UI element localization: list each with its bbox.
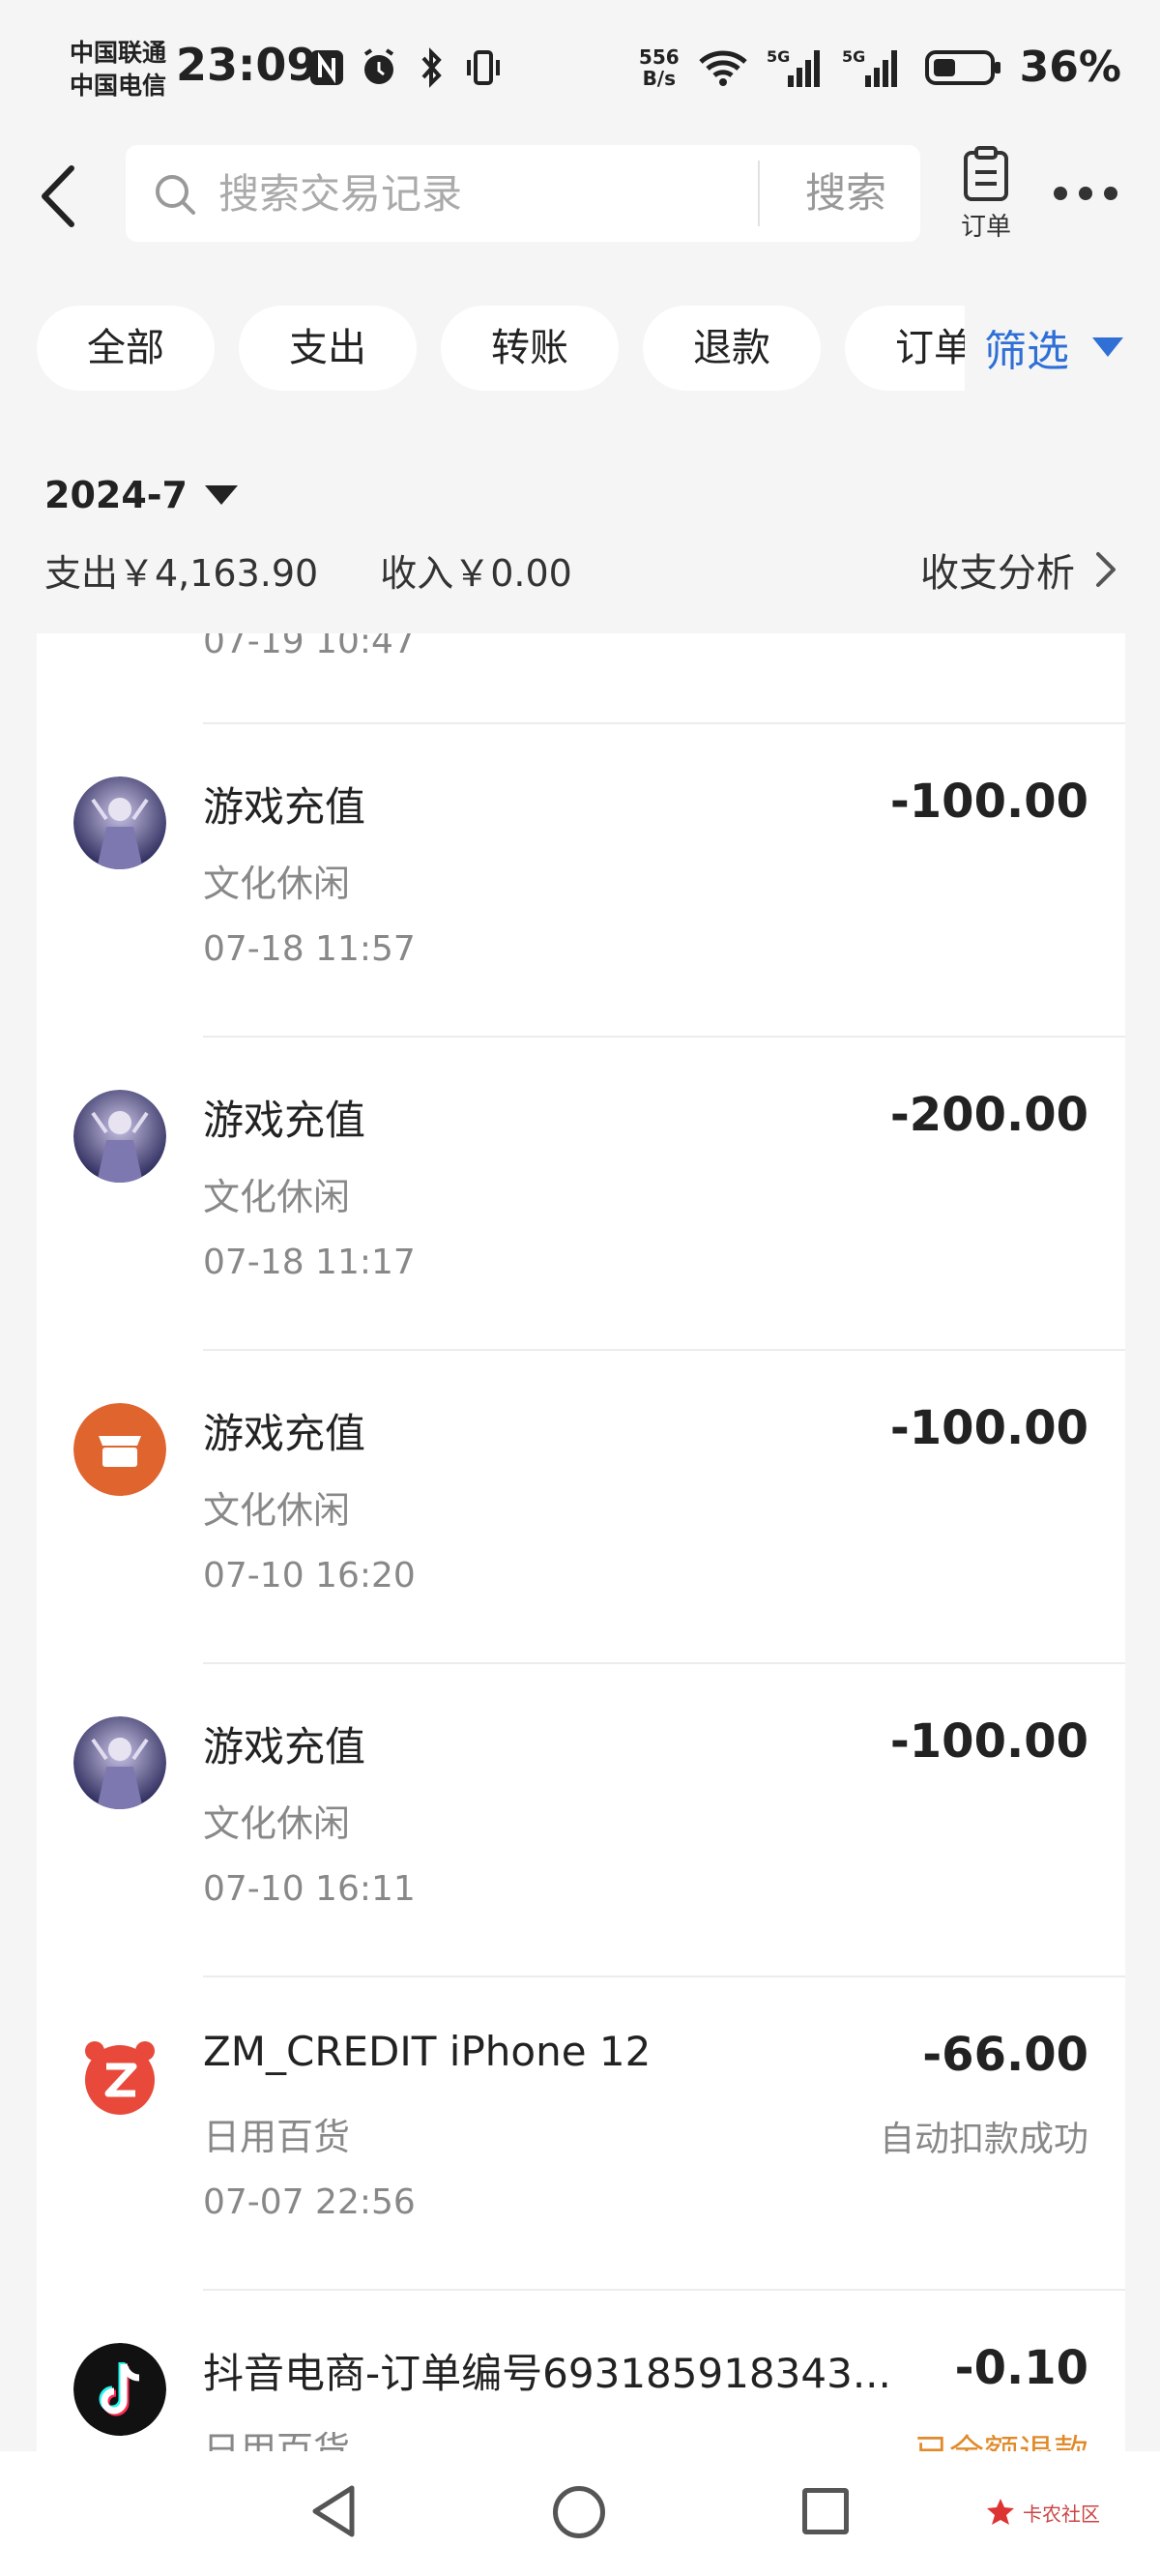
transaction-title: 游戏充值	[203, 1410, 366, 1457]
transaction-amount: -66.00	[922, 2028, 1088, 2082]
list-item[interactable]: 游戏充值 文化休闲 07-18 11:57 -100.00	[37, 722, 1125, 1036]
transaction-status: 自动扣款成功	[879, 2120, 1088, 2159]
transaction-title: 游戏充值	[203, 1097, 366, 1144]
speed-unit: B/s	[642, 66, 677, 90]
transaction-category: 文化休闲	[203, 1489, 351, 1532]
refund-status: 已全额退款	[914, 2424, 1088, 2451]
chip-expense[interactable]: 支出	[239, 306, 417, 391]
watermark-text: 卡农社区	[1023, 2502, 1100, 2526]
transaction-title: 抖音电商-订单编号693185918343...	[203, 2350, 891, 2397]
caret-down-icon	[204, 485, 238, 505]
status-icons-left	[307, 46, 503, 89]
list-item[interactable]: 游戏充值 文化休闲 07-10 16:20 -100.00	[37, 1349, 1125, 1662]
filter-label: 筛选	[984, 327, 1069, 376]
transaction-category: 文化休闲	[203, 863, 351, 905]
transaction-title: ZM_CREDIT iPhone 12	[203, 2028, 652, 2075]
transaction-category: 文化休闲	[203, 1802, 351, 1845]
signal-5g-icon-1: 5G	[767, 47, 820, 87]
list-item[interactable]: 07-19 10:47	[37, 633, 1125, 722]
alarm-icon	[363, 48, 394, 84]
system-nav-bar: 卡农社区	[0, 2451, 1160, 2576]
wifi-icon	[698, 50, 747, 86]
chip-all[interactable]: 全部	[37, 306, 215, 391]
transaction-category: 日用百货	[203, 2116, 351, 2158]
game-avatar-icon	[73, 776, 166, 869]
status-bar: 中国联通 中国电信 23:09 556 B/s 5G 5G 36%	[0, 0, 1160, 135]
list-item[interactable]: 游戏充值 文化休闲 07-18 11:17 -200.00	[37, 1036, 1125, 1349]
month-summary: 支出￥4,163.90 收入￥0.00	[44, 543, 572, 597]
more-icon[interactable]	[1054, 176, 1123, 211]
network-speed: 556 B/s	[639, 46, 680, 89]
transaction-amount: -100.00	[889, 1401, 1088, 1455]
transaction-time: 07-19 10:47	[203, 633, 416, 661]
month-label: 2024-7	[44, 474, 188, 516]
douyin-icon	[73, 2343, 166, 2436]
watermark-icon	[987, 2499, 1014, 2525]
shop-icon	[73, 1403, 166, 1496]
income-total: 收入￥0.00	[380, 552, 572, 595]
order-label: 订单	[960, 213, 1011, 242]
transaction-amount: -200.00	[889, 1088, 1088, 1142]
vibrate-icon	[467, 50, 500, 85]
nfc-icon	[310, 50, 343, 85]
transaction-amount: -0.10	[954, 2341, 1088, 2395]
bluetooth-icon	[421, 47, 442, 88]
filter-chips: 全部 支出 转账 退款 订单	[37, 306, 965, 391]
transaction-title: 游戏充值	[203, 1723, 366, 1771]
search-divider	[758, 161, 760, 226]
transaction-title: 游戏充值	[203, 783, 366, 831]
transaction-category: 文化休闲	[203, 1176, 351, 1218]
speed-value: 556	[638, 44, 680, 69]
carrier-names: 中国联通 中国电信	[70, 37, 166, 102]
list-item[interactable]: ZM_CREDIT iPhone 12 日用百货 07-07 22:56 -66…	[37, 1976, 1125, 2289]
month-selector[interactable]: 2024-7	[44, 474, 238, 516]
expense-total: 支出￥4,163.90	[44, 552, 319, 595]
transaction-time: 07-18 11:57	[203, 929, 416, 969]
clipboard-icon	[964, 146, 1008, 201]
battery-icon	[924, 49, 1000, 85]
analysis-link[interactable]: 收支分析	[920, 542, 1121, 598]
search-button[interactable]: 搜索	[771, 145, 920, 242]
search-input[interactable]	[218, 168, 760, 219]
back-icon[interactable]	[37, 164, 85, 228]
transaction-time: 07-10 16:11	[203, 1869, 416, 1909]
dropdown-icon	[1092, 337, 1123, 357]
order-button[interactable]: 订单	[949, 145, 1023, 246]
signal-5g-icon-2: 5G	[842, 47, 897, 87]
nav-back-icon[interactable]	[307, 2482, 362, 2540]
search-icon	[156, 175, 195, 215]
svg-text:5G: 5G	[842, 47, 865, 66]
chevron-right-icon	[1096, 552, 1116, 587]
transaction-category: 日用百货	[203, 2429, 351, 2451]
status-icons-right: 556 B/s 5G 5G 36%	[639, 43, 1121, 92]
battery-percent: 36%	[1019, 43, 1121, 92]
game-avatar-icon	[73, 1090, 166, 1183]
search-bar: 搜索	[126, 145, 920, 242]
chip-order[interactable]: 订单	[845, 306, 965, 391]
carrier-2: 中国电信	[70, 72, 167, 100]
transaction-list[interactable]: 07-19 10:47 游戏充值 文化休闲 07-18 11:57 -100.0…	[37, 633, 1125, 2451]
game-avatar-icon	[73, 1716, 166, 1809]
chip-refund[interactable]: 退款	[643, 306, 821, 391]
chip-transfer[interactable]: 转账	[441, 306, 619, 391]
list-item[interactable]: 抖音电商-订单编号693185918343... 日用百货 -0.10 已全额退…	[37, 2289, 1125, 2451]
clock: 23:09	[176, 39, 318, 91]
transaction-time: 07-10 16:20	[203, 1556, 416, 1595]
list-item[interactable]: 游戏充值 文化休闲 07-10 16:11 -100.00	[37, 1662, 1125, 1976]
nav-home-icon[interactable]	[553, 2486, 605, 2538]
transaction-time: 07-18 11:17	[203, 1243, 416, 1282]
carrier-1: 中国联通	[70, 39, 167, 67]
svg-text:5G: 5G	[767, 47, 790, 66]
transaction-amount: -100.00	[889, 775, 1088, 829]
transaction-time: 07-07 22:56	[203, 2182, 416, 2222]
nav-recents-icon[interactable]	[802, 2488, 849, 2534]
transaction-amount: -100.00	[889, 1714, 1088, 1769]
watermark-logo: 卡农社区	[984, 2488, 1100, 2536]
analysis-label: 收支分析	[920, 551, 1075, 596]
filter-button[interactable]: 筛选	[978, 313, 1123, 381]
zm-credit-icon	[85, 2041, 155, 2115]
